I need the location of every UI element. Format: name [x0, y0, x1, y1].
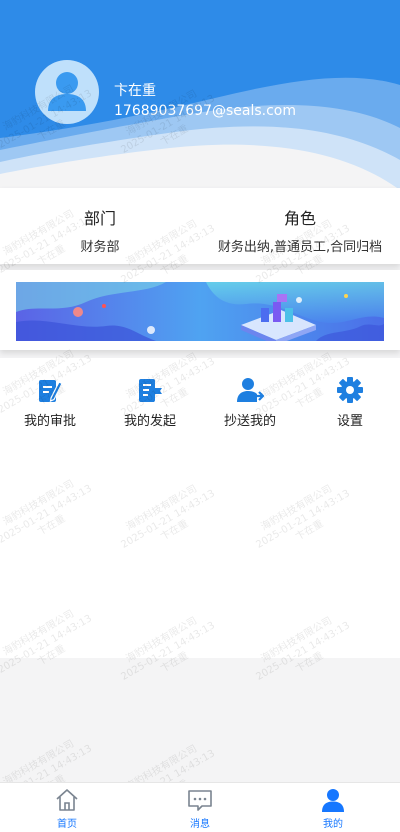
- role-value: 财务出纳,普通员工,合同归档: [217, 240, 383, 255]
- tab-mine[interactable]: 我的: [303, 788, 363, 832]
- tab-label: 首页: [57, 819, 77, 830]
- user-icon: [322, 789, 344, 812]
- avatar[interactable]: [35, 60, 99, 124]
- department-title: 部门: [83, 209, 116, 228]
- user-avatar-icon: [48, 72, 86, 111]
- function-grid: 我的审批 我的发起 抄送我的 设置: [0, 358, 400, 658]
- menu-label: 我的发起: [123, 414, 176, 429]
- menu-item-settings[interactable]: 设置: [300, 376, 400, 436]
- tab-label: 我的: [323, 819, 343, 830]
- menu-label: 我的审批: [23, 414, 76, 429]
- department-value: 财务部: [80, 240, 120, 255]
- tab-messages[interactable]: 消息: [170, 788, 230, 832]
- promo-banner-image[interactable]: [16, 282, 384, 341]
- user-name: 卞在重: [114, 83, 156, 99]
- role-section: 角色 财务出纳,普通员工,合同归档: [200, 188, 400, 264]
- tab-home[interactable]: 首页: [37, 788, 97, 832]
- user-info-card: 部门 财务部 角色 财务出纳,普通员工,合同归档: [0, 188, 400, 264]
- menu-item-my-approvals[interactable]: 我的审批: [0, 376, 100, 436]
- menu-label: 设置: [336, 414, 363, 429]
- banner-section: [0, 270, 400, 350]
- profile-header: 卞在重 17689037697@seals.com: [0, 0, 400, 190]
- menu-label: 抄送我的: [223, 414, 276, 429]
- menu-item-my-initiated[interactable]: 我的发起: [100, 376, 200, 436]
- bottom-tab-bar: 首页 消息 我的: [0, 782, 400, 832]
- role-title: 角色: [283, 209, 316, 228]
- menu-item-cc-to-me[interactable]: 抄送我的: [200, 376, 300, 436]
- flag-document-icon: [139, 379, 162, 402]
- department-section: 部门 财务部: [0, 188, 200, 264]
- user-send-icon: [237, 378, 264, 402]
- tab-label: 消息: [190, 819, 210, 830]
- message-icon: [188, 790, 212, 811]
- edit-document-icon: [39, 380, 63, 402]
- gear-icon: [337, 377, 363, 403]
- home-icon: [56, 789, 78, 811]
- user-email: 17689037697@seals.com: [114, 103, 296, 119]
